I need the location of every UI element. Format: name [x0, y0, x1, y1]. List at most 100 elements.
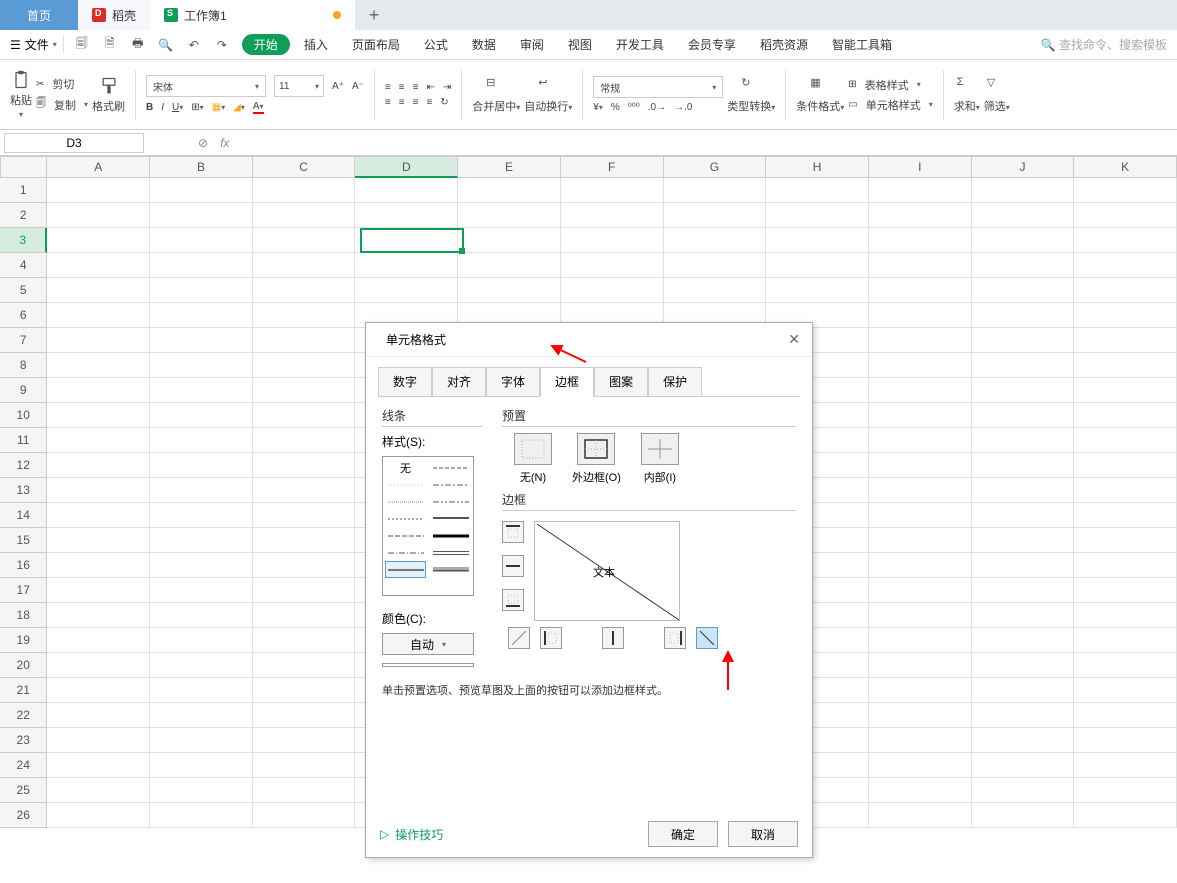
highlight-button[interactable]: ◢▾: [233, 102, 245, 113]
justify-icon[interactable]: ≡: [426, 97, 432, 108]
grid-cell[interactable]: [1074, 553, 1177, 578]
grid-cell[interactable]: [972, 203, 1075, 228]
tab-font[interactable]: 字体: [486, 367, 540, 397]
align-middle-icon[interactable]: ≡: [399, 82, 405, 93]
row-header[interactable]: 8: [0, 353, 47, 378]
grid-cell[interactable]: [47, 178, 150, 203]
underline-button[interactable]: U▾: [172, 102, 183, 113]
grid-cell[interactable]: [47, 303, 150, 328]
grid-cell[interactable]: [253, 353, 356, 378]
grid-cell[interactable]: [253, 453, 356, 478]
grid-cell[interactable]: [869, 328, 972, 353]
grid-cell[interactable]: [150, 578, 253, 603]
grid-cell[interactable]: [869, 753, 972, 778]
cut-button[interactable]: ✂剪切: [36, 76, 88, 92]
grid-cell[interactable]: [253, 553, 356, 578]
indent-increase-icon[interactable]: ⇥: [443, 82, 451, 93]
currency-icon[interactable]: ¥▾: [593, 102, 603, 113]
menu-member[interactable]: 会员专享: [678, 30, 746, 60]
sum-button[interactable]: Σ 求和▾: [954, 76, 980, 114]
grid-cell[interactable]: [150, 478, 253, 503]
grid-cell[interactable]: [869, 703, 972, 728]
align-top-icon[interactable]: ≡: [385, 82, 391, 93]
grid-cell[interactable]: [561, 253, 664, 278]
tab-border[interactable]: 边框: [540, 367, 594, 397]
output-icon[interactable]: 🗎: [102, 37, 118, 53]
grid-cell[interactable]: [253, 178, 356, 203]
grid-cell[interactable]: [972, 753, 1075, 778]
grid-cell[interactable]: [869, 503, 972, 528]
grid-cell[interactable]: [253, 728, 356, 753]
grid-cell[interactable]: [253, 653, 356, 678]
grid-cell[interactable]: [1074, 253, 1177, 278]
grid-cell[interactable]: [561, 178, 664, 203]
conditional-format-button[interactable]: ▦ 条件格式▾: [796, 76, 844, 114]
grid-cell[interactable]: [1074, 353, 1177, 378]
grid-cell[interactable]: [664, 178, 767, 203]
grid-cell[interactable]: [1074, 678, 1177, 703]
grid-cell[interactable]: [869, 403, 972, 428]
increase-font-icon[interactable]: A⁺: [332, 81, 344, 92]
grid-cell[interactable]: [47, 553, 150, 578]
column-header[interactable]: G: [664, 156, 767, 178]
menu-start[interactable]: 开始: [242, 34, 290, 55]
grid-cell[interactable]: [972, 228, 1075, 253]
grid-cell[interactable]: [150, 553, 253, 578]
grid-cell[interactable]: [972, 378, 1075, 403]
border-top-button[interactable]: [502, 521, 524, 543]
grid-cell[interactable]: [1074, 178, 1177, 203]
align-center-icon[interactable]: ≡: [399, 97, 405, 108]
font-name-select[interactable]: 宋体▾: [146, 75, 266, 97]
grid-cell[interactable]: [458, 203, 561, 228]
tab-daoke[interactable]: 稻壳: [78, 0, 150, 30]
grid-cell[interactable]: [1074, 728, 1177, 753]
grid-cell[interactable]: [972, 678, 1075, 703]
grid-cell[interactable]: [869, 428, 972, 453]
grid-cell[interactable]: [150, 428, 253, 453]
font-size-select[interactable]: 11▾: [274, 75, 324, 97]
grid-cell[interactable]: [1074, 778, 1177, 803]
align-bottom-icon[interactable]: ≡: [413, 82, 419, 93]
grid-cell[interactable]: [253, 228, 356, 253]
cell-style-button[interactable]: ▭单元格样式▾: [848, 97, 932, 113]
grid-cell[interactable]: [561, 278, 664, 303]
grid-cell[interactable]: [1074, 453, 1177, 478]
row-header[interactable]: 16: [0, 553, 47, 578]
grid-cell[interactable]: [47, 753, 150, 778]
grid-cell[interactable]: [253, 603, 356, 628]
column-header[interactable]: E: [458, 156, 561, 178]
preset-none-button[interactable]: 无(N): [514, 433, 552, 485]
grid-cell[interactable]: [869, 203, 972, 228]
row-header[interactable]: 2: [0, 203, 47, 228]
grid-cell[interactable]: [972, 453, 1075, 478]
border-preview[interactable]: 文本: [534, 521, 680, 621]
name-box[interactable]: D3: [4, 133, 144, 153]
grid-cell[interactable]: [47, 478, 150, 503]
grid-cell[interactable]: [47, 803, 150, 828]
grid-cell[interactable]: [1074, 203, 1177, 228]
line-style-option[interactable]: [385, 544, 426, 561]
grid-cell[interactable]: [972, 478, 1075, 503]
align-right-icon[interactable]: ≡: [413, 97, 419, 108]
row-header[interactable]: 23: [0, 728, 47, 753]
row-header[interactable]: 9: [0, 378, 47, 403]
menu-view[interactable]: 视图: [558, 30, 602, 60]
grid-cell[interactable]: [972, 778, 1075, 803]
line-style-option[interactable]: [385, 493, 426, 510]
grid-cell[interactable]: [972, 253, 1075, 278]
grid-cell[interactable]: [972, 803, 1075, 828]
column-header[interactable]: C: [253, 156, 356, 178]
line-style-option[interactable]: [385, 476, 426, 493]
grid-cell[interactable]: [150, 228, 253, 253]
grid-cell[interactable]: [47, 203, 150, 228]
line-style-option[interactable]: [430, 476, 471, 493]
row-header[interactable]: 3: [0, 228, 47, 253]
grid-cell[interactable]: [972, 703, 1075, 728]
grid-cell[interactable]: [869, 678, 972, 703]
grid-cell[interactable]: [561, 203, 664, 228]
grid-cell[interactable]: [253, 703, 356, 728]
column-header[interactable]: I: [869, 156, 972, 178]
tab-align[interactable]: 对齐: [432, 367, 486, 397]
grid-cell[interactable]: [1074, 578, 1177, 603]
tab-number[interactable]: 数字: [378, 367, 432, 397]
